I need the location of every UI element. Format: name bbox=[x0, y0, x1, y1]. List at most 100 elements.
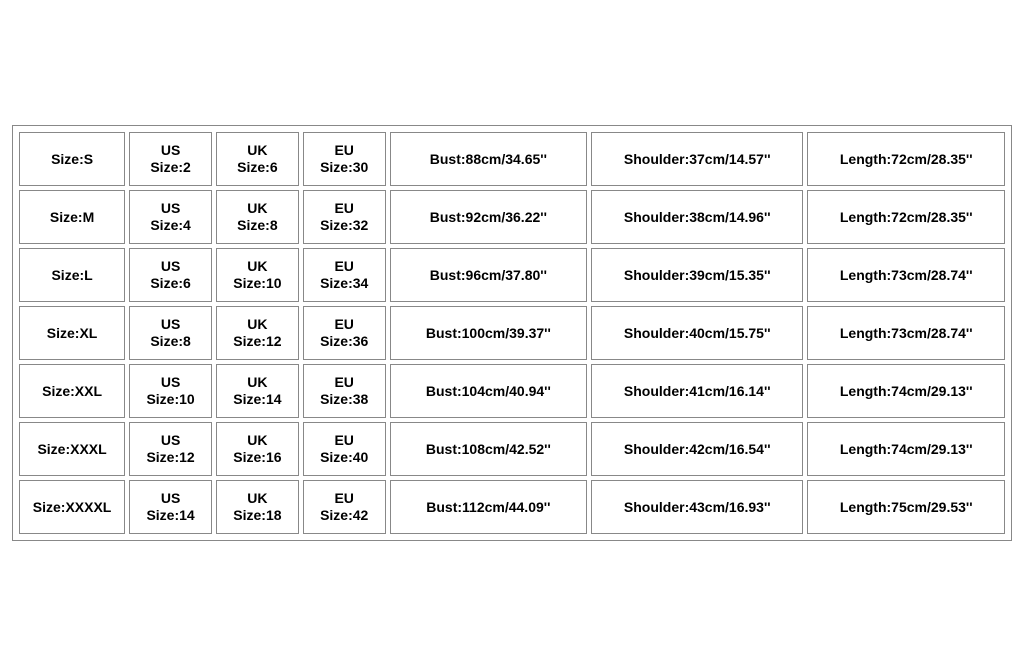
us-label: US bbox=[134, 316, 207, 334]
table-row: Size:XLUSSize:8UKSize:12EUSize:36Bust:10… bbox=[19, 306, 1005, 360]
cell-uk-size: UKSize:14 bbox=[216, 364, 299, 418]
cell-us-size: USSize:4 bbox=[129, 190, 212, 244]
cell-bust: Bust:104cm/40.94'' bbox=[390, 364, 587, 418]
table-row: Size:XXXLUSSize:12UKSize:16EUSize:40Bust… bbox=[19, 422, 1005, 476]
uk-value: Size:12 bbox=[221, 333, 294, 351]
cell-us-size: USSize:10 bbox=[129, 364, 212, 418]
uk-label: UK bbox=[221, 490, 294, 508]
uk-label: UK bbox=[221, 432, 294, 450]
eu-value: Size:36 bbox=[308, 333, 381, 351]
cell-shoulder: Shoulder:40cm/15.75'' bbox=[591, 306, 803, 360]
uk-value: Size:16 bbox=[221, 449, 294, 467]
cell-us-size: USSize:12 bbox=[129, 422, 212, 476]
cell-us-size: USSize:2 bbox=[129, 132, 212, 186]
cell-bust: Bust:108cm/42.52'' bbox=[390, 422, 587, 476]
us-value: Size:12 bbox=[134, 449, 207, 467]
us-value: Size:10 bbox=[134, 391, 207, 409]
cell-size: Size:M bbox=[19, 190, 125, 244]
us-label: US bbox=[134, 258, 207, 276]
eu-label: EU bbox=[308, 316, 381, 334]
us-label: US bbox=[134, 142, 207, 160]
cell-length: Length:74cm/29.13'' bbox=[807, 422, 1005, 476]
eu-value: Size:40 bbox=[308, 449, 381, 467]
cell-length: Length:75cm/29.53'' bbox=[807, 480, 1005, 534]
us-value: Size:8 bbox=[134, 333, 207, 351]
eu-label: EU bbox=[308, 142, 381, 160]
cell-shoulder: Shoulder:42cm/16.54'' bbox=[591, 422, 803, 476]
size-chart-container: Size:SUSSize:2UKSize:6EUSize:30Bust:88cm… bbox=[12, 125, 1012, 541]
uk-value: Size:18 bbox=[221, 507, 294, 525]
eu-label: EU bbox=[308, 432, 381, 450]
cell-uk-size: UKSize:8 bbox=[216, 190, 299, 244]
cell-us-size: USSize:14 bbox=[129, 480, 212, 534]
cell-size: Size:XXL bbox=[19, 364, 125, 418]
cell-eu-size: EUSize:36 bbox=[303, 306, 386, 360]
cell-size: Size:XL bbox=[19, 306, 125, 360]
uk-label: UK bbox=[221, 258, 294, 276]
eu-value: Size:34 bbox=[308, 275, 381, 293]
cell-bust: Bust:100cm/39.37'' bbox=[390, 306, 587, 360]
cell-uk-size: UKSize:12 bbox=[216, 306, 299, 360]
table-row: Size:XXLUSSize:10UKSize:14EUSize:38Bust:… bbox=[19, 364, 1005, 418]
cell-size: Size:XXXXL bbox=[19, 480, 125, 534]
uk-label: UK bbox=[221, 374, 294, 392]
us-label: US bbox=[134, 432, 207, 450]
cell-shoulder: Shoulder:41cm/16.14'' bbox=[591, 364, 803, 418]
size-chart-table: Size:SUSSize:2UKSize:6EUSize:30Bust:88cm… bbox=[15, 128, 1009, 538]
cell-length: Length:73cm/28.74'' bbox=[807, 306, 1005, 360]
eu-label: EU bbox=[308, 200, 381, 218]
cell-eu-size: EUSize:32 bbox=[303, 190, 386, 244]
cell-uk-size: UKSize:10 bbox=[216, 248, 299, 302]
cell-eu-size: EUSize:38 bbox=[303, 364, 386, 418]
cell-bust: Bust:96cm/37.80'' bbox=[390, 248, 587, 302]
us-label: US bbox=[134, 374, 207, 392]
cell-uk-size: UKSize:6 bbox=[216, 132, 299, 186]
cell-eu-size: EUSize:30 bbox=[303, 132, 386, 186]
cell-eu-size: EUSize:40 bbox=[303, 422, 386, 476]
uk-value: Size:6 bbox=[221, 159, 294, 177]
eu-label: EU bbox=[308, 374, 381, 392]
cell-length: Length:72cm/28.35'' bbox=[807, 132, 1005, 186]
cell-bust: Bust:92cm/36.22'' bbox=[390, 190, 587, 244]
cell-us-size: USSize:6 bbox=[129, 248, 212, 302]
cell-shoulder: Shoulder:37cm/14.57'' bbox=[591, 132, 803, 186]
cell-length: Length:72cm/28.35'' bbox=[807, 190, 1005, 244]
cell-eu-size: EUSize:34 bbox=[303, 248, 386, 302]
us-label: US bbox=[134, 490, 207, 508]
cell-shoulder: Shoulder:39cm/15.35'' bbox=[591, 248, 803, 302]
eu-label: EU bbox=[308, 490, 381, 508]
cell-size: Size:S bbox=[19, 132, 125, 186]
cell-size: Size:L bbox=[19, 248, 125, 302]
uk-value: Size:10 bbox=[221, 275, 294, 293]
cell-uk-size: UKSize:18 bbox=[216, 480, 299, 534]
uk-label: UK bbox=[221, 200, 294, 218]
us-label: US bbox=[134, 200, 207, 218]
table-row: Size:MUSSize:4UKSize:8EUSize:32Bust:92cm… bbox=[19, 190, 1005, 244]
cell-bust: Bust:112cm/44.09'' bbox=[390, 480, 587, 534]
uk-value: Size:8 bbox=[221, 217, 294, 235]
cell-us-size: USSize:8 bbox=[129, 306, 212, 360]
cell-length: Length:73cm/28.74'' bbox=[807, 248, 1005, 302]
uk-label: UK bbox=[221, 142, 294, 160]
cell-length: Length:74cm/29.13'' bbox=[807, 364, 1005, 418]
cell-eu-size: EUSize:42 bbox=[303, 480, 386, 534]
us-value: Size:6 bbox=[134, 275, 207, 293]
eu-value: Size:32 bbox=[308, 217, 381, 235]
cell-bust: Bust:88cm/34.65'' bbox=[390, 132, 587, 186]
table-row: Size:SUSSize:2UKSize:6EUSize:30Bust:88cm… bbox=[19, 132, 1005, 186]
us-value: Size:4 bbox=[134, 217, 207, 235]
us-value: Size:14 bbox=[134, 507, 207, 525]
cell-uk-size: UKSize:16 bbox=[216, 422, 299, 476]
us-value: Size:2 bbox=[134, 159, 207, 177]
cell-size: Size:XXXL bbox=[19, 422, 125, 476]
cell-shoulder: Shoulder:43cm/16.93'' bbox=[591, 480, 803, 534]
eu-label: EU bbox=[308, 258, 381, 276]
eu-value: Size:42 bbox=[308, 507, 381, 525]
cell-shoulder: Shoulder:38cm/14.96'' bbox=[591, 190, 803, 244]
eu-value: Size:30 bbox=[308, 159, 381, 177]
eu-value: Size:38 bbox=[308, 391, 381, 409]
uk-label: UK bbox=[221, 316, 294, 334]
uk-value: Size:14 bbox=[221, 391, 294, 409]
table-row: Size:XXXXLUSSize:14UKSize:18EUSize:42Bus… bbox=[19, 480, 1005, 534]
table-row: Size:LUSSize:6UKSize:10EUSize:34Bust:96c… bbox=[19, 248, 1005, 302]
